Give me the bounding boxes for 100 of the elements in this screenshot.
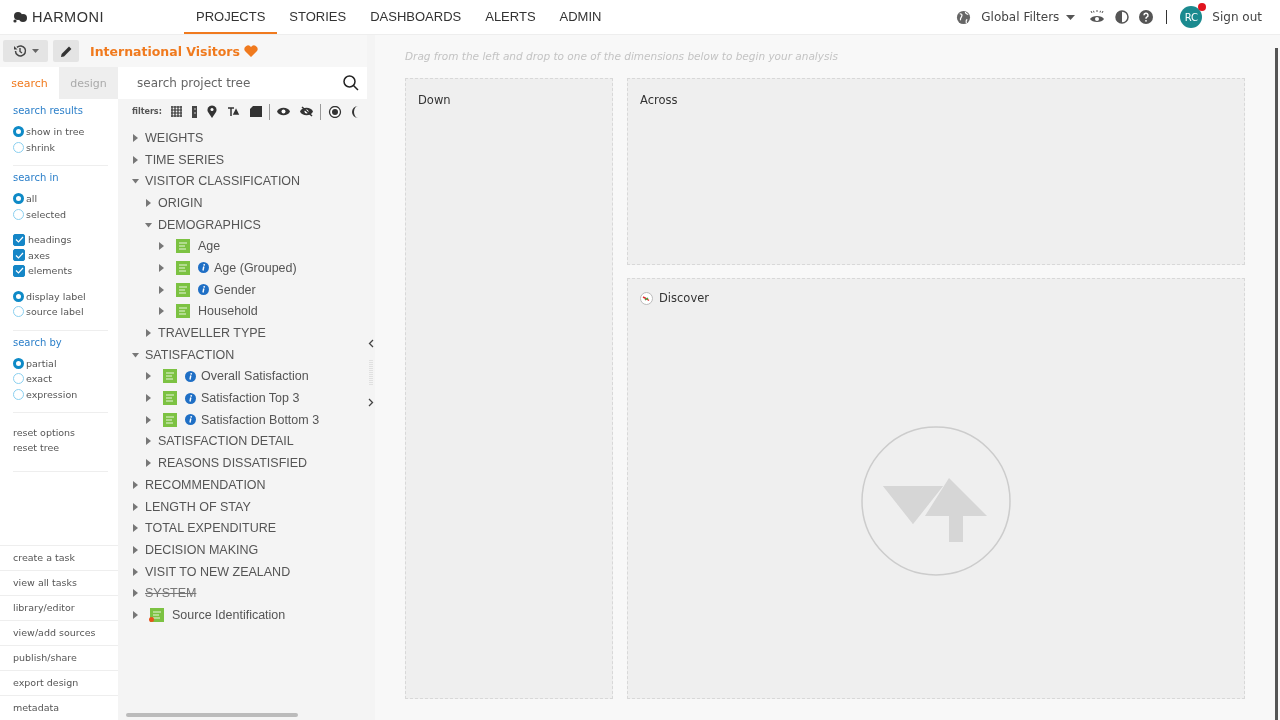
expand-icon[interactable] bbox=[132, 502, 139, 511]
radio-option[interactable]: selected bbox=[13, 206, 108, 222]
info-icon[interactable] bbox=[198, 284, 209, 296]
tree-item[interactable]: TOTAL EXPENDITURE bbox=[145, 521, 277, 536]
folder-icon[interactable] bbox=[249, 106, 262, 117]
info-icon[interactable] bbox=[185, 370, 196, 382]
radio-option[interactable]: partial bbox=[13, 355, 108, 371]
discover-drop-zone[interactable]: Discover bbox=[627, 278, 1245, 699]
search-field[interactable]: search project tree bbox=[118, 67, 367, 99]
expand-icon[interactable] bbox=[145, 415, 152, 424]
nav-tab[interactable]: DASHBOARDS bbox=[358, 0, 474, 34]
radio-option[interactable]: expression bbox=[13, 386, 108, 402]
across-drop-zone[interactable]: Across bbox=[627, 78, 1245, 265]
sign-out-link[interactable]: Sign out bbox=[1212, 10, 1262, 24]
expand-icon[interactable] bbox=[132, 133, 139, 142]
tree-item[interactable]: Household bbox=[198, 304, 258, 319]
eye-off-icon[interactable] bbox=[299, 106, 313, 117]
expand-icon[interactable] bbox=[132, 177, 139, 186]
chevron-right-icon[interactable] bbox=[368, 397, 374, 407]
logo-icon bbox=[13, 11, 29, 23]
tree-item[interactable]: Age bbox=[198, 239, 221, 254]
tree-item[interactable]: Gender bbox=[214, 282, 256, 297]
tree-item[interactable]: ORIGIN bbox=[158, 195, 203, 210]
expand-icon[interactable] bbox=[132, 545, 139, 554]
checkbox-option[interactable]: elements bbox=[13, 263, 108, 279]
contrast-icon[interactable] bbox=[327, 105, 342, 118]
zone-title: Down bbox=[418, 93, 451, 107]
variable-icon bbox=[162, 391, 177, 406]
tree-item[interactable]: VISIT TO NEW ZEALAND bbox=[145, 564, 291, 579]
expand-icon[interactable] bbox=[145, 459, 152, 468]
contrast-icon[interactable] bbox=[1115, 10, 1130, 24]
grid-icon[interactable] bbox=[170, 106, 182, 117]
radio-option[interactable]: show in tree bbox=[13, 124, 108, 140]
tree-item[interactable]: VISITOR CLASSIFICATION bbox=[145, 174, 301, 189]
expand-icon[interactable] bbox=[145, 372, 152, 381]
tree-item[interactable]: Satisfaction Bottom 3 bbox=[201, 412, 320, 427]
help-icon[interactable] bbox=[1139, 10, 1154, 24]
chevron-left-icon[interactable] bbox=[368, 338, 374, 348]
expand-icon[interactable] bbox=[132, 480, 139, 489]
heart-icon[interactable] bbox=[243, 45, 258, 57]
search-field[interactable]: search project tree bbox=[135, 75, 343, 91]
tree-item[interactable]: Source Identification bbox=[172, 607, 286, 622]
info-icon[interactable] bbox=[185, 392, 196, 404]
global-filters-dropdown[interactable]: Global Filters bbox=[981, 10, 1076, 24]
tree-item[interactable]: SATISFACTION bbox=[145, 347, 235, 362]
user-avatar[interactable]: RC bbox=[1180, 6, 1203, 28]
history-button[interactable] bbox=[3, 40, 48, 62]
expand-icon[interactable] bbox=[145, 329, 152, 338]
radio-option[interactable]: source label bbox=[13, 304, 108, 320]
expand-icon[interactable] bbox=[145, 220, 152, 229]
checkbox-option[interactable]: headings bbox=[13, 232, 108, 248]
nav-tab[interactable]: ALERTS bbox=[473, 0, 548, 34]
tree-item[interactable]: DECISION MAKING bbox=[145, 542, 259, 557]
moon-icon[interactable] bbox=[351, 105, 358, 118]
globe-icon[interactable] bbox=[956, 9, 972, 25]
radio-option[interactable]: shrink bbox=[13, 139, 108, 155]
expand-icon[interactable] bbox=[132, 567, 139, 576]
nav-tab[interactable]: ADMIN bbox=[547, 0, 614, 34]
expand-icon[interactable] bbox=[132, 155, 139, 164]
tree-item[interactable]: WEIGHTS bbox=[145, 130, 204, 145]
tree-item[interactable]: TIME SERIES bbox=[145, 152, 225, 167]
radio-option[interactable]: display label bbox=[13, 288, 108, 304]
expand-icon[interactable] bbox=[158, 263, 165, 272]
tree-item[interactable]: Satisfaction Top 3 bbox=[201, 391, 300, 406]
info-icon[interactable] bbox=[185, 414, 196, 426]
tree-item[interactable]: DEMOGRAPHICS bbox=[158, 217, 261, 232]
eye-icon[interactable] bbox=[1089, 10, 1106, 24]
option-link[interactable]: reset tree bbox=[13, 440, 108, 455]
tree-item[interactable]: RECOMMENDATION bbox=[145, 477, 266, 492]
info-icon[interactable] bbox=[198, 262, 209, 274]
nav-tab[interactable]: STORIES bbox=[277, 0, 359, 34]
splitter-handle[interactable] bbox=[367, 35, 375, 720]
down-drop-zone[interactable]: Down bbox=[405, 78, 613, 699]
tree-item[interactable]: LENGTH OF STAY bbox=[145, 499, 251, 514]
expand-icon[interactable] bbox=[145, 437, 152, 446]
eye-icon[interactable] bbox=[276, 107, 290, 116]
search-icon bbox=[343, 75, 359, 91]
radio-option[interactable]: all bbox=[13, 191, 108, 207]
expand-icon[interactable] bbox=[145, 198, 152, 207]
option-link[interactable]: reset options bbox=[13, 425, 108, 440]
expand-icon[interactable] bbox=[132, 610, 139, 619]
radio-option[interactable]: exact bbox=[13, 371, 108, 387]
edit-button[interactable] bbox=[53, 40, 79, 62]
expand-icon[interactable] bbox=[158, 307, 165, 316]
column-icon[interactable] bbox=[191, 105, 197, 118]
tree-item[interactable]: Overall Satisfaction bbox=[201, 369, 309, 384]
variable-icon bbox=[175, 304, 190, 319]
expand-icon[interactable] bbox=[132, 524, 139, 533]
expand-icon[interactable] bbox=[145, 394, 152, 403]
tree-item[interactable]: SATISFACTION DETAIL bbox=[158, 434, 294, 449]
tree-item[interactable]: TRAVELLER TYPE bbox=[158, 326, 266, 341]
expand-icon[interactable] bbox=[132, 350, 139, 359]
tree-item[interactable]: REASONS DISSATISFIED bbox=[158, 456, 308, 471]
variable-icon bbox=[162, 369, 177, 384]
tree-item[interactable]: Age (Grouped) bbox=[214, 260, 297, 275]
expand-icon[interactable] bbox=[158, 285, 165, 294]
source-variable-icon bbox=[149, 607, 164, 622]
expand-icon[interactable] bbox=[158, 242, 165, 251]
checkbox-option[interactable]: axes bbox=[13, 247, 108, 263]
pin-icon[interactable] bbox=[206, 105, 217, 118]
